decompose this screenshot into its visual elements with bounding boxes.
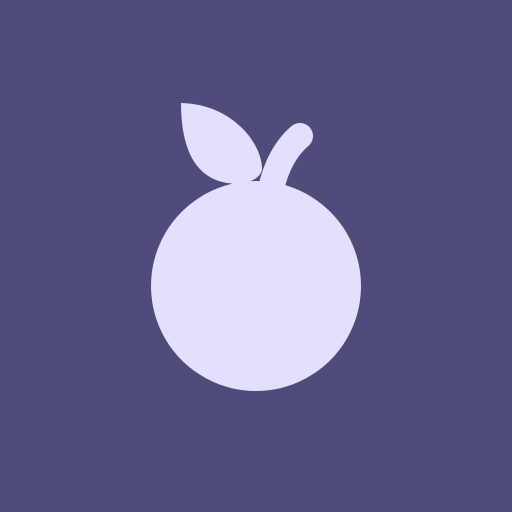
fruit-body (151, 181, 361, 391)
fruit-icon (0, 0, 512, 512)
app-icon (0, 0, 512, 512)
